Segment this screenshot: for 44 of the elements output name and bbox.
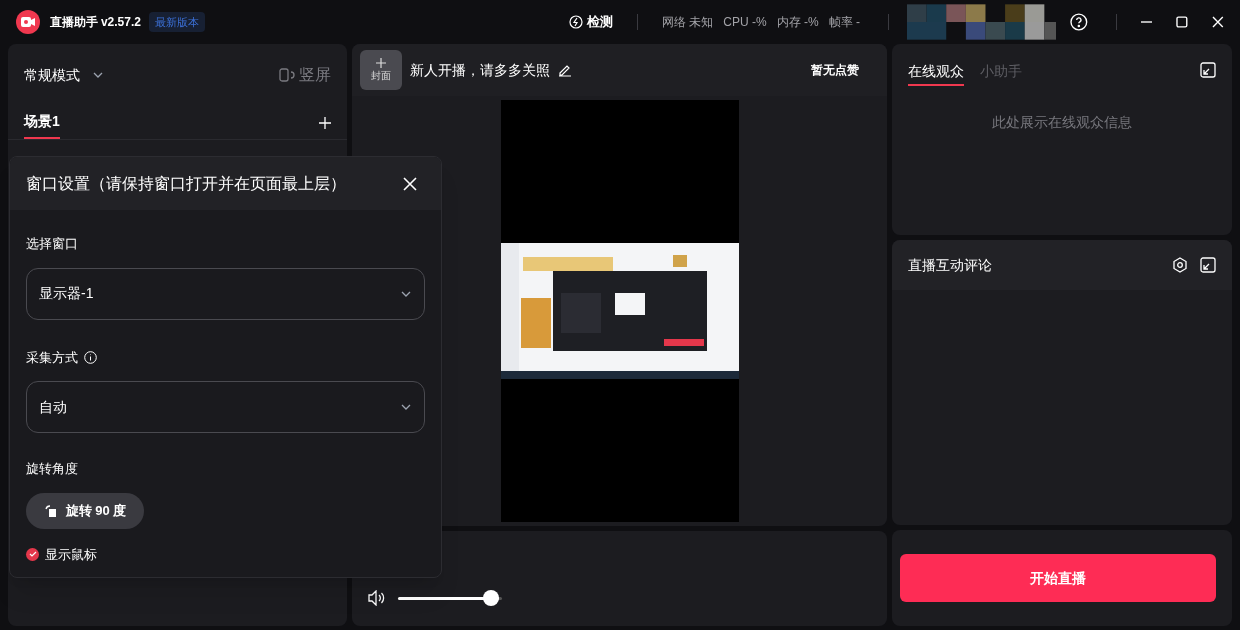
- orientation-button[interactable]: 竖屏: [279, 63, 331, 87]
- maximize-icon[interactable]: [1176, 16, 1189, 28]
- close-icon[interactable]: [1212, 16, 1224, 28]
- settings-icon[interactable]: [1172, 257, 1188, 273]
- stream-title: 新人开播，请多多关照: [410, 60, 550, 80]
- mode-dropdown[interactable]: 常规模式: [24, 64, 104, 86]
- start-live-button[interactable]: 开始直播: [900, 554, 1216, 602]
- info-icon[interactable]: [84, 350, 97, 364]
- popout-icon[interactable]: [1200, 257, 1216, 273]
- status-text: 网络 未知: [661, 14, 714, 31]
- status-text: 内存 -%: [776, 14, 819, 31]
- field-label: 旋转角度: [26, 460, 79, 478]
- field-label: 采集方式: [26, 348, 78, 367]
- likes-text: 暂无点赞: [811, 62, 859, 79]
- show-cursor-checkbox[interactable]: [26, 547, 39, 561]
- version-badge: 最新版本: [148, 11, 205, 33]
- edit-icon[interactable]: [558, 63, 572, 77]
- check-button[interactable]: 检测: [586, 12, 613, 32]
- help-icon[interactable]: [1070, 13, 1088, 31]
- status-text: CPU -%: [723, 14, 767, 31]
- popout-icon[interactable]: [1200, 62, 1216, 78]
- status-text: 帧率 -: [828, 14, 860, 31]
- app-title: 直播助手 v2.57.2: [49, 14, 141, 31]
- rotate-button[interactable]: 旋转 90 度: [26, 492, 144, 529]
- add-icon[interactable]: [319, 116, 331, 129]
- lightning-icon: [568, 15, 583, 29]
- window-dropdown[interactable]: 显示器-1: [26, 267, 425, 320]
- app-logo-icon: [16, 10, 40, 34]
- audience-tab[interactable]: 在线观众: [908, 54, 964, 86]
- check-icon: [28, 550, 37, 559]
- plus-icon: [376, 57, 386, 68]
- comments-title: 直播互动评论: [908, 255, 992, 275]
- rotate-icon: [43, 503, 58, 518]
- dialog-title: 窗口设置（请保持窗口打开并在页面最上层）: [26, 173, 346, 194]
- checkbox-label: 显示鼠标: [45, 545, 97, 564]
- close-icon[interactable]: [403, 176, 417, 191]
- volume-slider[interactable]: [398, 590, 502, 606]
- phone-rotate-icon: [279, 68, 295, 82]
- window-dropdown[interactable]: 自动: [26, 381, 425, 433]
- cover-button[interactable]: 封面: [360, 50, 402, 90]
- empty-message: 此处展示在线观众信息: [991, 113, 1133, 132]
- field-label: 选择窗口: [26, 235, 78, 253]
- scene-tab[interactable]: 场景1: [24, 106, 60, 139]
- volume-icon[interactable]: [368, 590, 386, 606]
